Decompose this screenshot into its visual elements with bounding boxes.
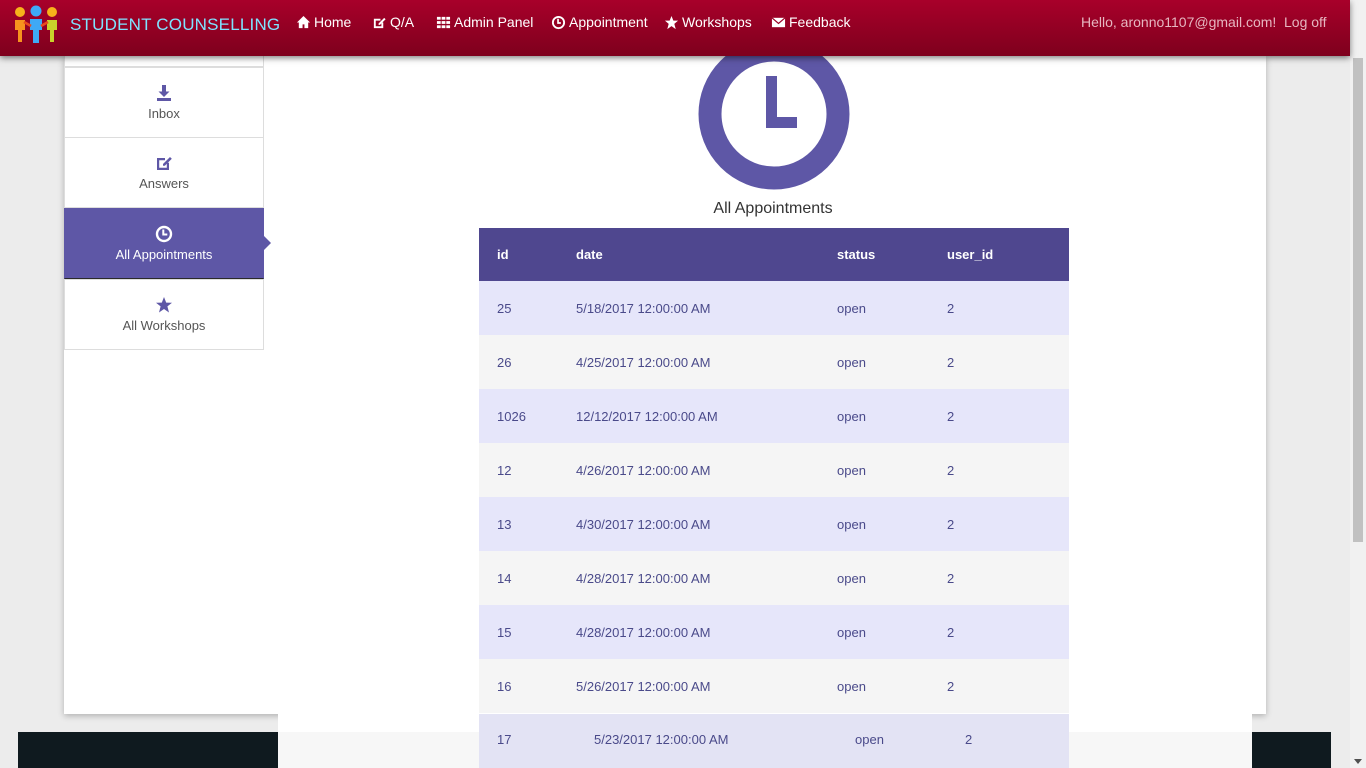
download-icon bbox=[157, 85, 171, 101]
edit-icon bbox=[373, 17, 386, 28]
cell-user-id: 2 bbox=[947, 624, 955, 640]
appointments-table: id date status user_id 25 5/18/2017 12:0… bbox=[479, 228, 1069, 713]
user-greeting[interactable]: Hello, aronno1107@gmail.com! bbox=[1081, 14, 1276, 30]
table-row[interactable]: 17 5/23/2017 12:00:00 AM open 2 bbox=[479, 714, 1069, 768]
table-row[interactable]: 26 4/25/2017 12:00:00 AM open 2 bbox=[479, 335, 1069, 389]
clock-icon bbox=[551, 15, 566, 29]
people-group-logo bbox=[15, 5, 57, 43]
star-icon bbox=[156, 297, 172, 313]
cell-date: 4/28/2017 12:00:00 AM bbox=[576, 570, 711, 586]
nav-workshops-label: Workshops bbox=[682, 14, 752, 30]
cell-status: open bbox=[837, 300, 866, 316]
clock-icon bbox=[155, 225, 173, 243]
nav-qa-label: Q/A bbox=[390, 14, 415, 30]
cell-status: open bbox=[855, 732, 884, 747]
nav-feedback-label: Feedback bbox=[789, 14, 851, 30]
sidebar-top-item[interactable] bbox=[64, 56, 264, 67]
nav-workshops[interactable]: Workshops bbox=[664, 13, 752, 31]
cell-status: open bbox=[837, 624, 866, 640]
nav-home-label: Home bbox=[314, 14, 352, 30]
cell-date: 4/28/2017 12:00:00 AM bbox=[576, 624, 711, 640]
star-icon bbox=[664, 15, 679, 29]
column-header-date: date bbox=[576, 247, 603, 262]
column-header-user-id: user_id bbox=[947, 247, 994, 262]
cell-user-id: 2 bbox=[947, 408, 955, 424]
page-title: All Appointments bbox=[713, 200, 833, 217]
edit-icon bbox=[157, 157, 172, 170]
cell-id: 14 bbox=[497, 570, 512, 586]
column-header-id: id bbox=[497, 247, 509, 262]
cell-status: open bbox=[837, 516, 866, 532]
table-row[interactable]: 15 4/28/2017 12:00:00 AM open 2 bbox=[479, 605, 1069, 659]
cell-status: open bbox=[837, 570, 866, 586]
nav-admin-panel-label: Admin Panel bbox=[454, 14, 534, 30]
cell-user-id: 2 bbox=[947, 462, 955, 478]
top-navbar: STUDENT COUNSELLING Home Q/A Admin Panel… bbox=[0, 0, 1350, 56]
cell-date: 4/30/2017 12:00:00 AM bbox=[576, 516, 711, 532]
table-row[interactable]: 13 4/30/2017 12:00:00 AM open 2 bbox=[479, 497, 1069, 551]
nav-feedback[interactable]: Feedback bbox=[771, 13, 850, 31]
clock-icon bbox=[698, 38, 850, 190]
column-header-status: status bbox=[837, 247, 876, 262]
cell-status: open bbox=[837, 462, 866, 478]
sidebar-item-all-workshops[interactable]: All Workshops bbox=[64, 279, 264, 350]
cell-date: 12/12/2017 12:00:00 AM bbox=[576, 408, 718, 424]
cell-date: 4/25/2017 12:00:00 AM bbox=[576, 354, 711, 370]
cell-id: 1026 bbox=[497, 408, 526, 424]
cell-user-id: 2 bbox=[965, 732, 973, 747]
sidebar-item-inbox[interactable]: Inbox bbox=[64, 67, 264, 138]
cell-user-id: 2 bbox=[947, 516, 955, 532]
nav-home[interactable]: Home bbox=[296, 13, 351, 31]
table-row[interactable]: 25 5/18/2017 12:00:00 AM open 2 bbox=[479, 281, 1069, 335]
cell-user-id: 2 bbox=[947, 354, 955, 370]
home-icon bbox=[296, 15, 311, 28]
cell-id: 26 bbox=[497, 354, 512, 370]
cell-date: 5/18/2017 12:00:00 AM bbox=[576, 300, 711, 316]
envelope-icon bbox=[771, 16, 786, 27]
table-header-row: id date status user_id bbox=[479, 228, 1069, 281]
logoff-link[interactable]: Log off bbox=[1284, 14, 1327, 30]
table-row[interactable]: 1026 12/12/2017 12:00:00 AM open 2 bbox=[479, 389, 1069, 443]
sidebar-item-label: Answers bbox=[139, 176, 189, 191]
scroll-down-arrow-icon[interactable] bbox=[1354, 759, 1362, 764]
cell-status: open bbox=[837, 408, 866, 424]
grid-icon bbox=[436, 16, 451, 28]
sidebar-item-label: All Workshops bbox=[122, 318, 206, 333]
brand-name: STUDENT COUNSELLING bbox=[70, 15, 281, 34]
cell-id: 15 bbox=[497, 624, 512, 640]
cell-id: 25 bbox=[497, 300, 512, 316]
sidebar-item-label: Inbox bbox=[148, 106, 180, 121]
brand[interactable]: STUDENT COUNSELLING bbox=[12, 4, 280, 44]
cell-user-id: 2 bbox=[947, 570, 955, 586]
table-row[interactable]: 12 4/26/2017 12:00:00 AM open 2 bbox=[479, 443, 1069, 497]
table-row[interactable]: 14 4/28/2017 12:00:00 AM open 2 bbox=[479, 551, 1069, 605]
nav-appointment[interactable]: Appointment bbox=[551, 13, 648, 31]
cell-user-id: 2 bbox=[947, 300, 955, 316]
cell-date: 5/23/2017 12:00:00 AM bbox=[594, 732, 729, 747]
nav-qa[interactable]: Q/A bbox=[372, 13, 414, 31]
cell-id: 16 bbox=[497, 678, 512, 694]
scrollbar-thumb[interactable] bbox=[1353, 58, 1363, 542]
cell-date: 5/26/2017 12:00:00 AM bbox=[576, 678, 711, 694]
table-row[interactable]: 16 5/26/2017 12:00:00 AM open 2 bbox=[479, 659, 1069, 713]
sidebar-item-label: All Appointments bbox=[115, 247, 213, 262]
cell-status: open bbox=[837, 354, 866, 370]
cell-date: 4/26/2017 12:00:00 AM bbox=[576, 462, 711, 478]
cell-id: 12 bbox=[497, 462, 512, 478]
cell-user-id: 2 bbox=[947, 678, 955, 694]
sidebar-item-all-appointments[interactable]: All Appointments bbox=[64, 208, 271, 279]
cell-id: 17 bbox=[497, 732, 512, 747]
cell-status: open bbox=[837, 678, 866, 694]
cell-id: 13 bbox=[497, 516, 512, 532]
page-scrollbar[interactable] bbox=[1350, 0, 1366, 768]
nav-admin-panel[interactable]: Admin Panel bbox=[436, 13, 533, 31]
nav-appointment-label: Appointment bbox=[569, 14, 648, 30]
sidebar-item-answers[interactable]: Answers bbox=[64, 137, 264, 208]
